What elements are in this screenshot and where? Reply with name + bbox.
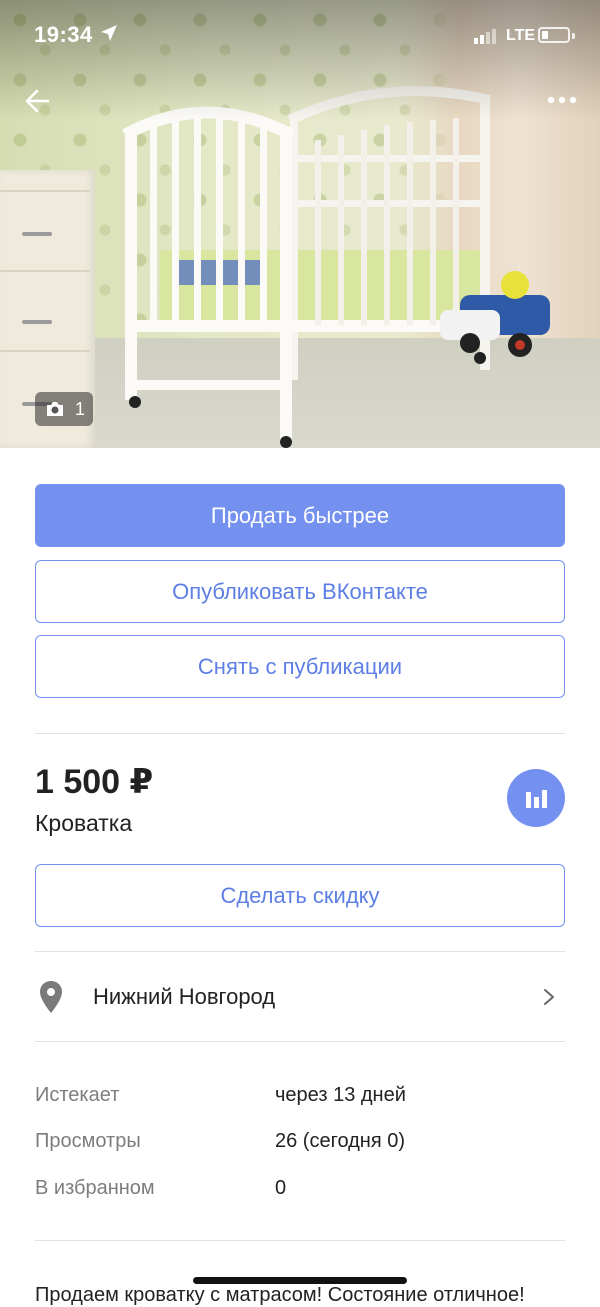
drawer xyxy=(0,190,90,272)
chevron-right-icon xyxy=(544,989,554,1005)
drawer-handle xyxy=(22,320,52,324)
stats-chart-icon xyxy=(526,790,547,808)
status-bar: 19:34 LTE xyxy=(0,0,600,70)
divider xyxy=(35,733,565,734)
more-dots-icon[interactable] xyxy=(545,90,579,110)
stats-button[interactable] xyxy=(507,769,565,827)
listing-title: Кроватка xyxy=(35,810,133,836)
favorites-label: В избранном xyxy=(35,1177,155,1199)
listing-description: Продаем кроватку с матрасом! Состояние о… xyxy=(35,1284,525,1306)
battery-nub xyxy=(572,33,575,39)
drawer-handle xyxy=(22,232,52,236)
divider xyxy=(35,1240,565,1241)
toy-car-drawing xyxy=(440,271,550,357)
crib-drawing xyxy=(122,86,495,448)
divider xyxy=(35,1041,565,1042)
toy-car xyxy=(440,265,570,365)
discount-button[interactable]: Сделать скидку xyxy=(35,864,565,927)
crib xyxy=(120,80,500,448)
location-arrow-icon xyxy=(101,25,117,41)
unpublish-button[interactable]: Снять с публикации xyxy=(35,635,565,698)
location-row[interactable]: Нижний Новгород xyxy=(35,952,565,1041)
photo-count-badge: 1 xyxy=(35,392,93,426)
location-city: Нижний Новгород xyxy=(93,984,276,1009)
expires-label: Истекает xyxy=(35,1084,120,1106)
signal-icon xyxy=(474,29,496,44)
back-arrow-icon[interactable] xyxy=(22,85,54,117)
favorites-value: 0 xyxy=(275,1177,287,1199)
location-pin-icon xyxy=(40,981,62,1013)
camera-icon xyxy=(47,402,63,416)
home-indicator[interactable] xyxy=(193,1277,407,1284)
expires-value: через 13 дней xyxy=(275,1084,406,1106)
publish-vk-button[interactable]: Опубликовать ВКонтакте xyxy=(35,560,565,623)
photo-count: 1 xyxy=(75,399,86,419)
network-type: LTE xyxy=(506,27,536,44)
listing-price: 1 500 ₽ xyxy=(35,763,154,801)
views-value: 26 (сегодня 0) xyxy=(275,1130,406,1152)
views-label: Просмотры xyxy=(35,1130,141,1152)
sell-faster-button[interactable]: Продать быстрее xyxy=(35,484,565,547)
battery-level xyxy=(542,31,548,39)
drawer xyxy=(0,270,90,352)
status-time: 19:34 xyxy=(34,22,93,47)
battery-icon xyxy=(538,27,570,43)
